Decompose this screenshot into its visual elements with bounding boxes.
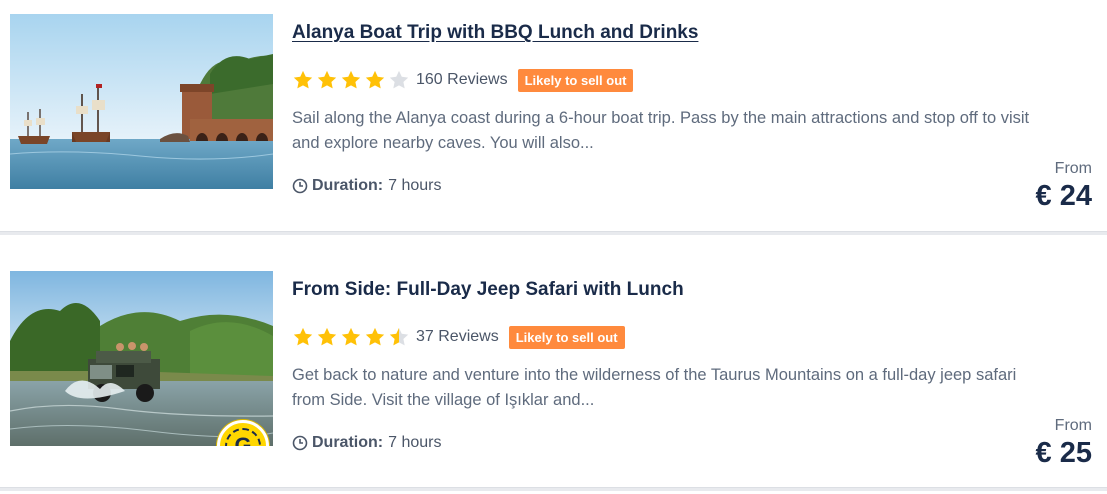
star-empty-icon (388, 69, 410, 91)
card-divider (0, 487, 1107, 491)
star-full-icon (292, 326, 314, 348)
price-prefix: From (1054, 417, 1092, 434)
star-full-icon (364, 69, 386, 91)
star-full-icon (340, 326, 362, 348)
activity-card[interactable]: Alanya Boat Trip with BBQ Lunch and Drin… (0, 0, 1107, 234)
star-full-icon (340, 69, 362, 91)
activity-card[interactable]: G From Side: Full-Day Jeep Safari with L… (0, 257, 1107, 491)
g-badge-letter: G (225, 428, 261, 446)
rating-row: 37 Reviews Likely to sell out (292, 324, 625, 350)
review-count[interactable]: 37 Reviews (416, 328, 499, 346)
activity-title-link[interactable]: From Side: Full-Day Jeep Safari with Lun… (292, 279, 684, 301)
activity-description: Get back to nature and venture into the … (292, 366, 1017, 409)
activity-title-link[interactable]: Alanya Boat Trip with BBQ Lunch and Drin… (292, 22, 698, 44)
star-rating (292, 326, 410, 348)
clock-icon (292, 435, 308, 451)
price: € 24 (1035, 180, 1092, 212)
sell-out-badge: Likely to sell out (508, 325, 625, 349)
sell-out-badge: Likely to sell out (517, 68, 634, 92)
star-full-icon (316, 326, 338, 348)
card-divider (0, 231, 1107, 235)
duration-value: 7 hours (388, 177, 442, 194)
duration: Duration: 7 hours (292, 177, 441, 195)
star-full-icon (364, 326, 386, 348)
jeep-photo-icon (10, 271, 273, 446)
duration-label: Duration: (312, 177, 384, 194)
duration-value: 7 hours (388, 434, 442, 451)
price: € 25 (1035, 437, 1092, 469)
duration: Duration: 7 hours (292, 434, 441, 452)
star-half-icon (388, 326, 410, 348)
star-full-icon (292, 69, 314, 91)
activity-image[interactable] (10, 14, 273, 189)
price-prefix: From (1054, 160, 1092, 177)
duration-label: Duration: (312, 434, 384, 451)
activity-description: Sail along the Alanya coast during a 6-h… (292, 109, 1030, 152)
activity-image[interactable]: G (10, 271, 273, 446)
clock-icon (292, 178, 308, 194)
review-count[interactable]: 160 Reviews (416, 71, 508, 89)
star-rating (292, 69, 410, 91)
rating-row: 160 Reviews Likely to sell out (292, 67, 634, 93)
boat-photo-icon (10, 14, 273, 189)
star-full-icon (316, 69, 338, 91)
